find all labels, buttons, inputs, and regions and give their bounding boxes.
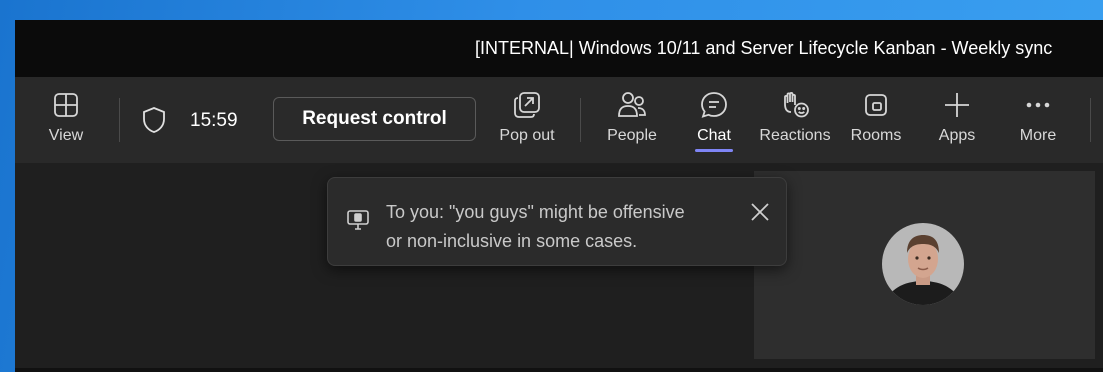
- grid-view-icon: [54, 93, 78, 117]
- view-button[interactable]: View: [26, 90, 106, 152]
- apps-button[interactable]: Apps: [917, 90, 997, 152]
- inclusiveness-toast: To you: "you guys" might be offensive or…: [327, 177, 787, 266]
- participant-photo: [882, 223, 964, 305]
- more-options-icon: [1026, 102, 1050, 108]
- close-icon[interactable]: [748, 200, 772, 224]
- meeting-title: [INTERNAL| Windows 10/11 and Server Life…: [475, 38, 1053, 58]
- view-label: View: [48, 127, 84, 144]
- request-control-button[interactable]: Request control: [273, 97, 476, 141]
- toast-message: To you: "you guys" might be offensive or…: [386, 198, 731, 256]
- meeting-toolbar: View 15:59 Request control Pop out Peopl…: [15, 77, 1103, 163]
- meeting-stage: To you: "you guys" might be offensive or…: [15, 163, 1103, 372]
- apps-label: Apps: [938, 127, 976, 144]
- title-bar: [INTERNAL| Windows 10/11 and Server Life…: [15, 20, 1103, 77]
- more-button[interactable]: More: [998, 90, 1078, 152]
- stage-bottom-border: [15, 368, 1103, 372]
- chat-icon: [701, 92, 727, 118]
- pop-out-button[interactable]: Pop out: [487, 90, 567, 152]
- reactions-label: Reactions: [759, 127, 831, 144]
- people-icon: [618, 92, 646, 117]
- participant-avatar: [882, 223, 964, 305]
- toolbar-separator: [580, 98, 581, 142]
- active-tab-indicator: [695, 149, 733, 152]
- more-label: More: [1019, 127, 1057, 144]
- people-label: People: [607, 127, 657, 144]
- participant-video-tile[interactable]: [754, 171, 1095, 359]
- toolbar-separator: [119, 98, 120, 142]
- raise-hand-reaction-icon: [784, 91, 809, 118]
- meeting-timer: 15:59: [190, 110, 238, 131]
- meeting-window: [INTERNAL| Windows 10/11 and Server Life…: [15, 20, 1103, 372]
- rooms-button[interactable]: Rooms: [836, 90, 916, 152]
- speech-feedback-icon: [347, 210, 369, 230]
- pop-out-label: Pop out: [499, 127, 555, 144]
- toast-message-line-2: or non-inclusive in some cases.: [386, 231, 638, 251]
- breakout-rooms-icon: [865, 94, 887, 116]
- chat-button[interactable]: Chat: [674, 90, 754, 152]
- chat-label: Chat: [697, 127, 731, 144]
- plus-icon: [945, 93, 969, 117]
- reactions-button[interactable]: Reactions: [755, 90, 835, 152]
- toast-message-line-1: To you: "you guys" might be offensive: [386, 202, 685, 222]
- toolbar-separator: [1090, 98, 1091, 142]
- people-button[interactable]: People: [592, 90, 672, 152]
- rooms-label: Rooms: [850, 127, 902, 144]
- shield-icon: [143, 107, 165, 133]
- pop-out-icon: [514, 92, 540, 118]
